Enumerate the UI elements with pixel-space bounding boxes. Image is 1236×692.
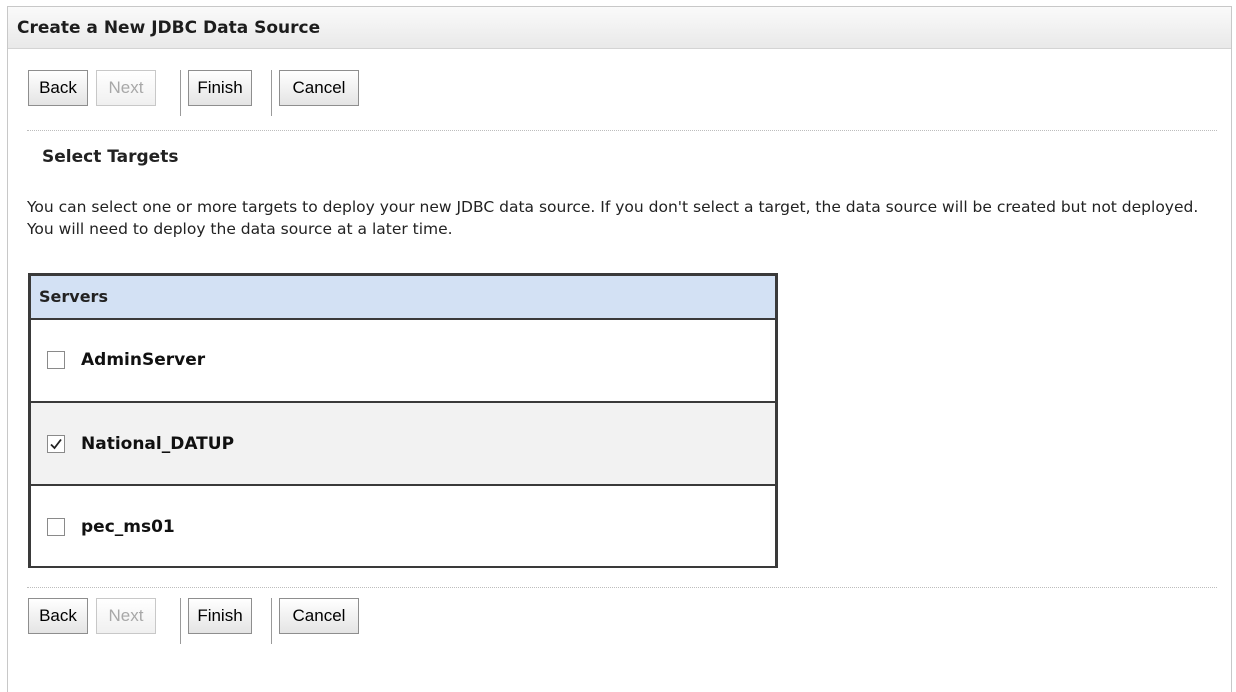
section-title: Select Targets bbox=[42, 147, 179, 167]
server-name: National_DATUP bbox=[81, 434, 235, 454]
section-description: You can select one or more targets to de… bbox=[27, 198, 1199, 238]
checkmark-icon bbox=[50, 438, 62, 450]
server-row-pec-ms01: pec_ms01 bbox=[31, 486, 775, 566]
servers-table: Servers AdminServer National_DATUP pec_m… bbox=[28, 273, 778, 568]
back-button-top[interactable]: Back bbox=[28, 70, 88, 106]
cancel-button-bottom[interactable]: Cancel bbox=[279, 598, 359, 634]
checkbox-national-datup[interactable] bbox=[47, 435, 65, 453]
panel-title: Create a New JDBC Data Source bbox=[8, 7, 1231, 49]
button-separator bbox=[271, 598, 274, 644]
divider bbox=[27, 587, 1217, 588]
cancel-button-top[interactable]: Cancel bbox=[279, 70, 359, 106]
server-row-national-datup: National_DATUP bbox=[31, 403, 775, 486]
server-name: pec_ms01 bbox=[81, 517, 175, 537]
divider bbox=[27, 130, 1217, 131]
button-separator bbox=[271, 70, 274, 116]
finish-button-top[interactable]: Finish bbox=[188, 70, 252, 106]
back-button-bottom[interactable]: Back bbox=[28, 598, 88, 634]
checkbox-adminserver[interactable] bbox=[47, 351, 65, 369]
next-button-top: Next bbox=[96, 70, 156, 106]
server-row-adminserver: AdminServer bbox=[31, 320, 775, 403]
server-name: AdminServer bbox=[81, 350, 206, 370]
servers-column-header: Servers bbox=[31, 276, 775, 320]
finish-button-bottom[interactable]: Finish bbox=[188, 598, 252, 634]
next-button-bottom: Next bbox=[96, 598, 156, 634]
checkbox-pec-ms01[interactable] bbox=[47, 518, 65, 536]
button-separator bbox=[180, 70, 183, 116]
button-separator bbox=[180, 598, 183, 644]
